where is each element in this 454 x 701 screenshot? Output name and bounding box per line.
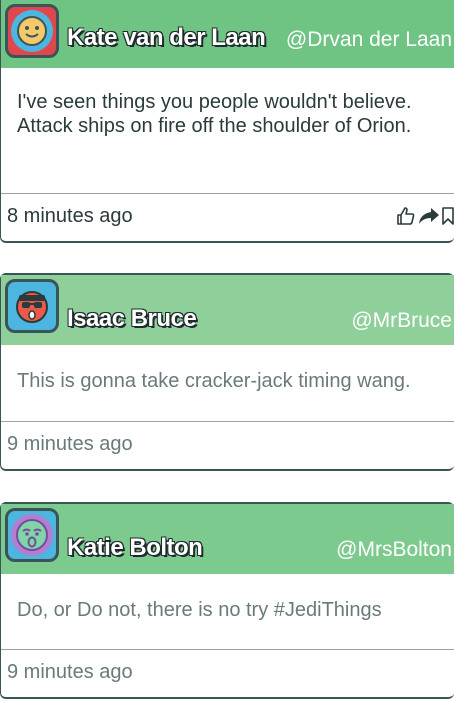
post-card: Kate van der Laan @Drvan der Laan I've s… <box>0 0 454 243</box>
avatar[interactable] <box>5 508 59 562</box>
bookmark-icon[interactable] <box>442 206 454 231</box>
author-handle[interactable]: @Drvan der Laan <box>286 28 452 52</box>
post-header: Katie Bolton @MrsBolton <box>1 504 454 574</box>
author-name[interactable]: Isaac Bruce <box>67 305 197 333</box>
post-feed: Kate van der Laan @Drvan der Laan I've s… <box>0 0 454 701</box>
post-message: Do, or Do not, there is no try #JediThin… <box>17 599 382 621</box>
post-timestamp: 8 minutes ago <box>7 205 133 227</box>
post-card: Katie Bolton @MrsBolton Do, or Do not, t… <box>0 502 454 699</box>
thumbs-up-icon[interactable] <box>396 206 416 231</box>
avatar[interactable] <box>5 279 59 333</box>
post-footer: 9 minutes ago <box>1 649 454 697</box>
post-header: Isaac Bruce @MrBruce <box>1 275 454 345</box>
post-actions <box>396 206 454 231</box>
author-handle[interactable]: @MrsBolton <box>336 538 452 562</box>
post-header: Kate van der Laan @Drvan der Laan <box>1 0 454 68</box>
author-name[interactable]: Kate van der Laan <box>67 24 266 52</box>
post-footer: 8 minutes ago <box>1 193 454 241</box>
author-name[interactable]: Katie Bolton <box>67 534 203 562</box>
smiley-face-icon <box>11 10 53 52</box>
post-message: I've seen things you people wouldn't bel… <box>17 91 412 137</box>
cool-sunglasses-face-icon <box>11 285 53 327</box>
post-footer: 9 minutes ago <box>1 421 454 469</box>
avatar[interactable] <box>5 4 59 58</box>
post-timestamp: 9 minutes ago <box>7 433 133 455</box>
share-icon[interactable] <box>418 206 440 231</box>
sleepy-face-icon <box>11 514 53 556</box>
author-handle[interactable]: @MrBruce <box>351 309 452 333</box>
post-message: This is gonna take cracker-jack timing w… <box>17 370 411 392</box>
post-card: Isaac Bruce @MrBruce This is gonna take … <box>0 273 454 471</box>
post-timestamp: 9 minutes ago <box>7 661 133 683</box>
